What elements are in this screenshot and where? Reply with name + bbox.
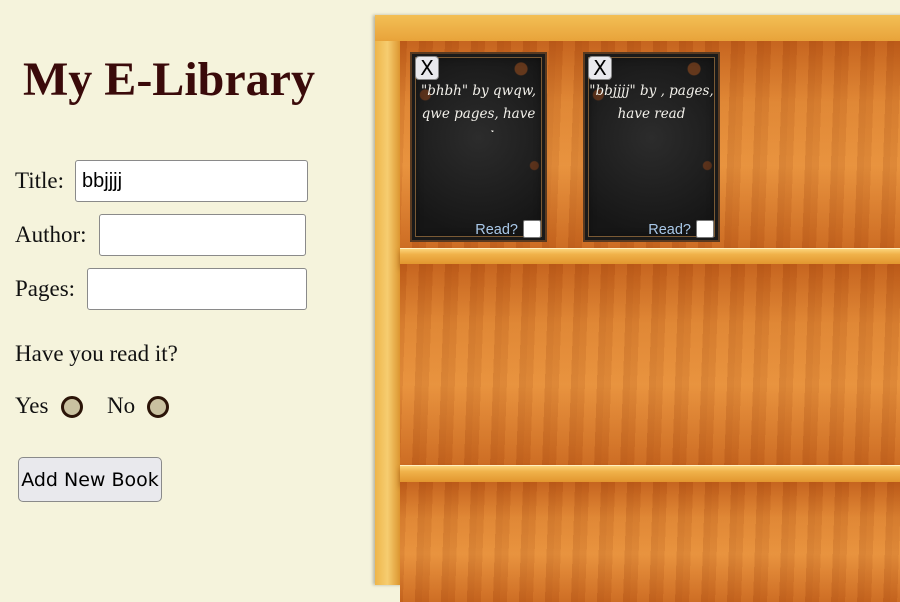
- title-input[interactable]: [75, 160, 308, 202]
- read-toggle-label: Read?: [475, 222, 518, 238]
- book-description: "bhbh" by qwqw, qwe pages, have read: [420, 83, 537, 132]
- shelf-back-panel: [400, 482, 900, 602]
- read-toggle-label: Read?: [648, 222, 691, 238]
- book-card: X "bbjjjj" by , pages, have read Read?: [583, 52, 720, 242]
- yes-radio[interactable]: [61, 396, 83, 418]
- pages-label: Pages:: [15, 276, 76, 301]
- shelf-plank-1: [400, 248, 900, 265]
- read-checkbox[interactable]: [696, 220, 714, 238]
- add-new-book-button[interactable]: Add New Book: [18, 457, 162, 502]
- yes-label: Yes: [15, 393, 49, 418]
- no-label: No: [107, 393, 136, 418]
- page-title: My E-Library: [23, 53, 315, 106]
- shelf-back-panel: [400, 264, 900, 465]
- shelf-side-board: [375, 41, 401, 585]
- book-description: "bbjjjj" by , pages, have read: [589, 83, 714, 122]
- read-checkbox[interactable]: [523, 220, 541, 238]
- pages-input[interactable]: [87, 268, 307, 310]
- delete-book-button[interactable]: X: [588, 56, 612, 80]
- author-label: Author:: [15, 222, 87, 247]
- read-question: Have you read it?: [15, 341, 178, 366]
- no-radio[interactable]: [147, 396, 169, 418]
- shelf-top-board: [375, 15, 900, 42]
- delete-book-button[interactable]: X: [415, 56, 439, 80]
- book-card: X "bhbh" by qwqw, qwe pages, have read R…: [410, 52, 547, 242]
- title-label: Title:: [15, 168, 65, 193]
- author-input[interactable]: [99, 214, 306, 256]
- shelf-plank-2: [400, 465, 900, 483]
